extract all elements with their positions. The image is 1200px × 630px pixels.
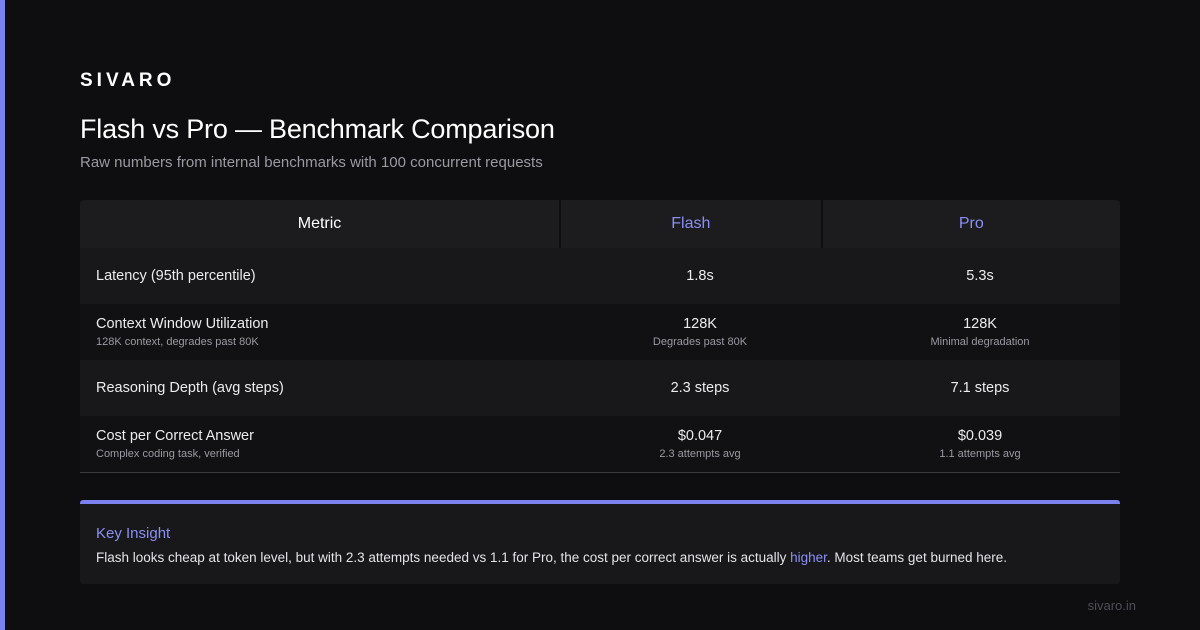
table-row: Context Window Utilization 128K context,… xyxy=(80,304,1120,360)
flash-note: Degrades past 80K xyxy=(652,336,748,348)
header-pro: Pro xyxy=(822,200,1120,248)
flash-cell: 1.8s xyxy=(560,268,840,284)
page-subtitle: Raw numbers from internal benchmarks wit… xyxy=(80,154,543,171)
page: SIVARO Flash vs Pro — Benchmark Comparis… xyxy=(0,0,1200,630)
metric-label: Latency (95th percentile) xyxy=(96,268,256,284)
pro-value: 128K xyxy=(963,316,997,332)
pro-cell: $0.039 1.1 attempts avg xyxy=(840,428,1120,460)
metric-label: Reasoning Depth (avg steps) xyxy=(96,380,284,396)
pro-cell: 5.3s xyxy=(840,268,1120,284)
metric-cell: Context Window Utilization 128K context,… xyxy=(80,316,560,348)
pro-cell: 128K Minimal degradation xyxy=(840,316,1120,348)
brand-logo: SIVARO xyxy=(80,70,176,91)
pro-note: Minimal degradation xyxy=(930,336,1030,348)
insight-highlight: higher xyxy=(790,550,827,565)
insight-title: Key Insight xyxy=(96,525,171,542)
flash-value: 2.3 steps xyxy=(670,380,730,396)
flash-value: 128K xyxy=(683,316,717,332)
pro-value: $0.039 xyxy=(957,428,1003,444)
insight-text-before: Flash looks cheap at token level, but wi… xyxy=(96,550,791,565)
metric-cell: Latency (95th percentile) xyxy=(80,268,560,284)
pro-value: 5.3s xyxy=(966,268,994,284)
metric-note: Complex coding task, verified xyxy=(96,448,240,460)
metric-label: Context Window Utilization xyxy=(96,316,269,332)
table-header: Metric Flash Pro xyxy=(80,200,1120,248)
header-metric: Metric xyxy=(80,200,560,248)
insight-text-after: . Most teams get burned here. xyxy=(826,550,1008,565)
pro-cell: 7.1 steps xyxy=(840,380,1120,396)
page-title: Flash vs Pro — Benchmark Comparison xyxy=(80,114,555,144)
flash-value: $0.047 xyxy=(677,428,723,444)
key-insight-card: Key Insight Flash looks cheap at token l… xyxy=(80,500,1120,584)
metric-label: Cost per Correct Answer xyxy=(96,428,254,444)
insight-text: Flash looks cheap at token level, but wi… xyxy=(96,550,1104,565)
pro-note: 1.1 attempts avg xyxy=(939,448,1021,460)
flash-cell: 128K Degrades past 80K xyxy=(560,316,840,348)
flash-cell: 2.3 steps xyxy=(560,380,840,396)
comparison-table: Metric Flash Pro Latency (95th percentil… xyxy=(80,200,1120,473)
metric-note: 128K context, degrades past 80K xyxy=(96,336,259,348)
metric-cell: Reasoning Depth (avg steps) xyxy=(80,380,560,396)
left-accent-bar xyxy=(0,0,5,630)
table-row: Reasoning Depth (avg steps) 2.3 steps 7.… xyxy=(80,360,1120,416)
pro-value: 7.1 steps xyxy=(950,380,1010,396)
table-row: Cost per Correct Answer Complex coding t… xyxy=(80,416,1120,472)
flash-note: 2.3 attempts avg xyxy=(659,448,741,460)
flash-value: 1.8s xyxy=(686,268,714,284)
table-row: Latency (95th percentile) 1.8s 5.3s xyxy=(80,248,1120,304)
header-flash: Flash xyxy=(561,200,821,248)
flash-cell: $0.047 2.3 attempts avg xyxy=(560,428,840,460)
footer-domain: sivaro.in xyxy=(1087,598,1136,613)
metric-cell: Cost per Correct Answer Complex coding t… xyxy=(80,428,560,460)
